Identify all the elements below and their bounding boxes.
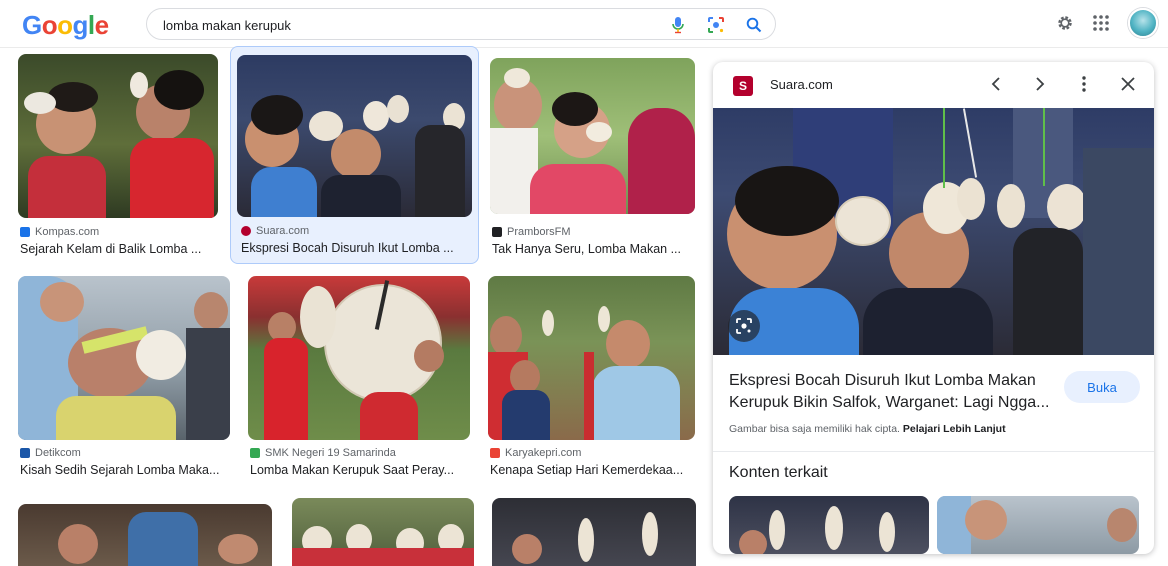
source-name: Karyakepri.com (505, 447, 582, 459)
chevron-left-icon[interactable] (986, 74, 1006, 94)
source-name: Detikcom (35, 447, 81, 459)
result-source: PramborsFM (492, 226, 571, 238)
search-tools (669, 15, 763, 35)
panel-header: S Suara.com (713, 62, 1154, 108)
header-actions (1056, 8, 1158, 38)
result-image[interactable] (292, 498, 474, 566)
source-favicon (490, 448, 500, 458)
source-name: Kompas.com (35, 226, 100, 238)
google-logo[interactable]: Google (22, 10, 109, 40)
logo-letter: o (57, 10, 73, 40)
apps-grid-icon[interactable] (1092, 14, 1110, 32)
image-detail-panel: S Suara.com Ekspresi Bocah Disuruh Ikut … (713, 62, 1154, 554)
result-card[interactable]: Kompas.com Sejarah Kelam di Balik Lomba … (12, 50, 224, 262)
gear-icon[interactable] (1056, 14, 1074, 32)
account-avatar[interactable] (1128, 8, 1158, 38)
result-source: Detikcom (20, 447, 81, 459)
lens-search-button[interactable] (728, 310, 760, 342)
related-image[interactable] (937, 496, 1139, 554)
result-title[interactable]: Kenapa Setiap Hari Kemerdekaa... (490, 463, 696, 477)
result-image[interactable] (18, 276, 230, 440)
result-card[interactable]: Karyakepri.com Kenapa Setiap Hari Kemerd… (482, 270, 700, 482)
result-image[interactable] (18, 54, 218, 218)
result-title[interactable]: Sejarah Kelam di Balik Lomba ... (20, 242, 216, 256)
logo-letter: G (22, 10, 42, 40)
google-images-page: Google lomba makan kerupuk Kompas.com Se… (0, 0, 1168, 566)
result-card[interactable]: SMK Negeri 19 Samarinda Lomba Makan Keru… (242, 270, 476, 482)
source-favicon (492, 227, 502, 237)
source-favicon: S (733, 76, 753, 96)
result-image[interactable] (18, 504, 272, 566)
logo-text: Google (22, 10, 109, 40)
panel-preview-image[interactable] (713, 108, 1154, 355)
panel-divider (713, 451, 1154, 452)
result-card-selected[interactable]: Suara.com Ekspresi Bocah Disuruh Ikut Lo… (230, 46, 479, 264)
source-name: PramborsFM (507, 226, 571, 238)
result-title[interactable]: Lomba Makan Kerupuk Saat Peray... (250, 463, 472, 477)
chevron-right-icon[interactable] (1030, 74, 1050, 94)
result-source: Suara.com (241, 225, 309, 237)
source-favicon (250, 448, 260, 458)
search-box[interactable] (146, 8, 776, 40)
source-favicon (241, 226, 251, 236)
result-image[interactable] (488, 276, 695, 440)
result-image[interactable] (490, 58, 695, 214)
source-name: SMK Negeri 19 Samarinda (265, 447, 396, 459)
more-vert-icon[interactable] (1074, 74, 1094, 94)
copyright-note: Gambar bisa saja memiliki hak cipta. Pel… (729, 423, 1006, 435)
close-icon[interactable] (1118, 74, 1138, 94)
learn-more-link[interactable]: Pelajari Lebih Lanjut (903, 423, 1006, 435)
search-input[interactable] (163, 16, 643, 34)
result-image[interactable] (492, 498, 696, 566)
logo-letter: l (87, 10, 95, 40)
result-card[interactable]: Detikcom Kisah Sedih Sejarah Lomba Maka.… (12, 270, 236, 482)
related-image[interactable] (729, 496, 929, 554)
result-source: Kompas.com (20, 226, 99, 238)
copyright-text: Gambar bisa saja memiliki hak cipta. (729, 423, 900, 435)
logo-letter: o (41, 10, 58, 40)
source-favicon (20, 227, 30, 237)
logo-letter: e (94, 10, 109, 40)
header-bar: Google (0, 0, 1168, 48)
source-favicon (20, 448, 30, 458)
mic-icon[interactable] (669, 16, 687, 34)
panel-title[interactable]: Ekspresi Bocah Disuruh Ikut Lomba Makan … (729, 370, 1059, 414)
result-image[interactable] (237, 55, 472, 217)
result-title[interactable]: Ekspresi Bocah Disuruh Ikut Lomba ... (241, 241, 473, 255)
panel-source-name[interactable]: Suara.com (770, 77, 833, 92)
result-card[interactable]: PramborsFM Tak Hanya Seru, Lomba Makan .… (484, 50, 700, 262)
logo-letter: g (72, 10, 89, 40)
result-source: Karyakepri.com (490, 447, 581, 459)
source-name: Suara.com (256, 225, 310, 237)
search-icon[interactable] (745, 16, 763, 34)
related-heading: Konten terkait (729, 464, 828, 481)
result-title[interactable]: Tak Hanya Seru, Lomba Makan ... (492, 242, 696, 256)
open-button[interactable]: Buka (1064, 371, 1140, 403)
panel-controls (986, 74, 1138, 94)
result-source: SMK Negeri 19 Samarinda (250, 447, 396, 459)
result-image[interactable] (248, 276, 470, 440)
result-title[interactable]: Kisah Sedih Sejarah Lomba Maka... (20, 463, 232, 477)
lens-icon[interactable] (707, 16, 725, 34)
